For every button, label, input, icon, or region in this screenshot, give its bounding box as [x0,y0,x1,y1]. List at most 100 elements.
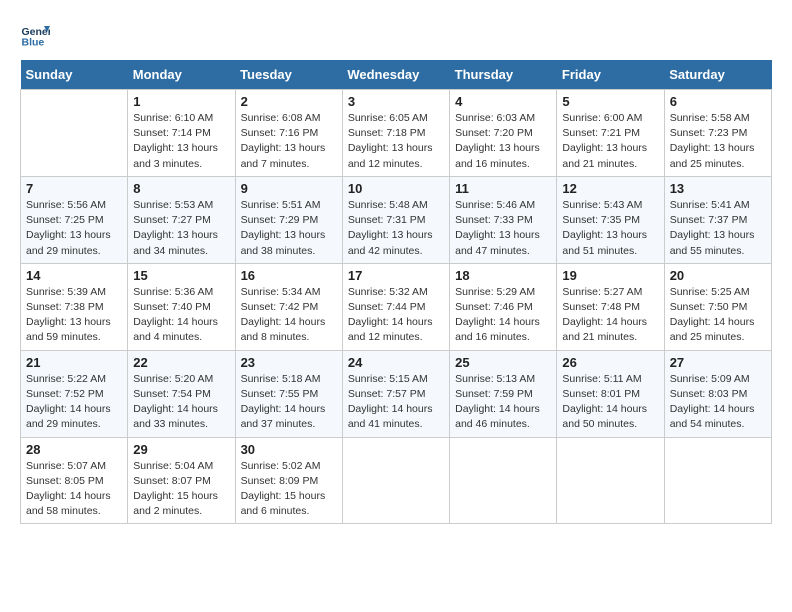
day-number: 22 [133,355,229,370]
calendar-day-cell: 23Sunrise: 5:18 AM Sunset: 7:55 PM Dayli… [235,350,342,437]
day-number: 9 [241,181,337,196]
page-header: General Blue [20,20,772,50]
day-info: Sunrise: 5:48 AM Sunset: 7:31 PM Dayligh… [348,198,444,259]
weekday-header-cell: Wednesday [342,60,449,90]
day-number: 16 [241,268,337,283]
day-info: Sunrise: 5:43 AM Sunset: 7:35 PM Dayligh… [562,198,658,259]
weekday-header-cell: Tuesday [235,60,342,90]
calendar-day-cell: 17 Sunrise: 5:32 AM Sunset: 7:44 PM Dayli… [342,263,449,350]
weekday-header-cell: Sunday [21,60,128,90]
day-number: 11 [455,181,551,196]
calendar-day-cell: 29 Sunrise: 5:04 AM Sunset: 8:07 PM Dayli… [128,437,235,524]
day-info: Sunrise: 5:02 AM Sunset: 8:09 PM Dayligh… [241,459,337,520]
day-info: Sunrise: 5:11 AM Sunset: 8:01 PM Dayligh… [562,372,658,433]
day-info: Sunrise: 5:15 AM Sunset: 7:57 PM Dayligh… [348,372,444,433]
calendar-day-cell [342,437,449,524]
weekday-header-cell: Monday [128,60,235,90]
logo: General Blue [20,20,44,50]
calendar-day-cell: 19 Sunrise: 5:27 AM Sunset: 7:48 PM Dayli… [557,263,664,350]
calendar-day-cell: 13 Sunrise: 5:41 AM Sunset: 7:37 PM Dayli… [664,176,771,263]
day-number: 2 [241,94,337,109]
day-number: 12 [562,181,658,196]
day-info: Sunrise: 5:20 AM Sunset: 7:54 PM Dayligh… [133,372,229,433]
calendar-day-cell: 22 Sunrise: 5:20 AM Sunset: 7:54 PM Dayli… [128,350,235,437]
calendar-day-cell: 3 Sunrise: 6:05 AM Sunset: 7:18 PM Daylig… [342,90,449,177]
day-info: Sunrise: 5:13 AM Sunset: 7:59 PM Dayligh… [455,372,551,433]
day-info: Sunrise: 5:39 AM Sunset: 7:38 PM Dayligh… [26,285,122,346]
calendar-day-cell: 5Sunrise: 6:00 AM Sunset: 7:21 PM Daylig… [557,90,664,177]
weekday-header-cell: Thursday [450,60,557,90]
day-number: 13 [670,181,766,196]
calendar-day-cell: 1 Sunrise: 6:10 AM Sunset: 7:14 PM Daylig… [128,90,235,177]
weekday-header-cell: Friday [557,60,664,90]
calendar-day-cell [664,437,771,524]
day-info: Sunrise: 5:27 AM Sunset: 7:48 PM Dayligh… [562,285,658,346]
day-number: 24 [348,355,444,370]
calendar-day-cell: 24 Sunrise: 5:15 AM Sunset: 7:57 PM Dayli… [342,350,449,437]
calendar-day-cell: 26 Sunrise: 5:11 AM Sunset: 8:01 PM Dayli… [557,350,664,437]
weekday-header-cell: Saturday [664,60,771,90]
day-number: 19 [562,268,658,283]
calendar-week-row: 14 Sunrise: 5:39 AM Sunset: 7:38 PM Dayli… [21,263,772,350]
day-info: Sunrise: 5:07 AM Sunset: 8:05 PM Dayligh… [26,459,122,520]
day-number: 17 [348,268,444,283]
day-number: 21 [26,355,122,370]
calendar-day-cell: 6Sunrise: 5:58 AM Sunset: 7:23 PM Daylig… [664,90,771,177]
day-number: 30 [241,442,337,457]
calendar-day-cell: 8 Sunrise: 5:53 AM Sunset: 7:27 PM Daylig… [128,176,235,263]
day-info: Sunrise: 5:36 AM Sunset: 7:40 PM Dayligh… [133,285,229,346]
day-info: Sunrise: 5:51 AM Sunset: 7:29 PM Dayligh… [241,198,337,259]
calendar-day-cell: 15Sunrise: 5:36 AM Sunset: 7:40 PM Dayli… [128,263,235,350]
calendar-day-cell: 18 Sunrise: 5:29 AM Sunset: 7:46 PM Dayli… [450,263,557,350]
day-number: 7 [26,181,122,196]
day-number: 4 [455,94,551,109]
day-info: Sunrise: 5:04 AM Sunset: 8:07 PM Dayligh… [133,459,229,520]
day-info: Sunrise: 5:29 AM Sunset: 7:46 PM Dayligh… [455,285,551,346]
day-info: Sunrise: 5:56 AM Sunset: 7:25 PM Dayligh… [26,198,122,259]
calendar-week-row: 28 Sunrise: 5:07 AM Sunset: 8:05 PM Dayli… [21,437,772,524]
weekday-header-row: SundayMondayTuesdayWednesdayThursdayFrid… [21,60,772,90]
day-info: Sunrise: 5:32 AM Sunset: 7:44 PM Dayligh… [348,285,444,346]
svg-text:Blue: Blue [22,37,45,49]
calendar-week-row: 21 Sunrise: 5:22 AM Sunset: 7:52 PM Dayli… [21,350,772,437]
calendar-day-cell: 27Sunrise: 5:09 AM Sunset: 8:03 PM Dayli… [664,350,771,437]
calendar-day-cell: 14 Sunrise: 5:39 AM Sunset: 7:38 PM Dayli… [21,263,128,350]
day-info: Sunrise: 5:09 AM Sunset: 8:03 PM Dayligh… [670,372,766,433]
day-number: 10 [348,181,444,196]
day-info: Sunrise: 5:41 AM Sunset: 7:37 PM Dayligh… [670,198,766,259]
day-info: Sunrise: 6:03 AM Sunset: 7:20 PM Dayligh… [455,111,551,172]
calendar-day-cell: 2Sunrise: 6:08 AM Sunset: 7:16 PM Daylig… [235,90,342,177]
calendar-table: SundayMondayTuesdayWednesdayThursdayFrid… [20,60,772,524]
calendar-week-row: 1 Sunrise: 6:10 AM Sunset: 7:14 PM Daylig… [21,90,772,177]
calendar-day-cell: 30 Sunrise: 5:02 AM Sunset: 8:09 PM Dayli… [235,437,342,524]
day-number: 3 [348,94,444,109]
day-number: 1 [133,94,229,109]
calendar-day-cell: 4 Sunrise: 6:03 AM Sunset: 7:20 PM Daylig… [450,90,557,177]
calendar-day-cell: 11 Sunrise: 5:46 AM Sunset: 7:33 PM Dayli… [450,176,557,263]
day-info: Sunrise: 5:46 AM Sunset: 7:33 PM Dayligh… [455,198,551,259]
day-number: 23 [241,355,337,370]
day-info: Sunrise: 5:25 AM Sunset: 7:50 PM Dayligh… [670,285,766,346]
calendar-day-cell: 21 Sunrise: 5:22 AM Sunset: 7:52 PM Dayli… [21,350,128,437]
calendar-day-cell [21,90,128,177]
day-info: Sunrise: 6:00 AM Sunset: 7:21 PM Dayligh… [562,111,658,172]
day-number: 14 [26,268,122,283]
day-number: 26 [562,355,658,370]
calendar-day-cell: 9 Sunrise: 5:51 AM Sunset: 7:29 PM Daylig… [235,176,342,263]
day-number: 8 [133,181,229,196]
day-info: Sunrise: 6:10 AM Sunset: 7:14 PM Dayligh… [133,111,229,172]
calendar-day-cell: 25Sunrise: 5:13 AM Sunset: 7:59 PM Dayli… [450,350,557,437]
day-number: 20 [670,268,766,283]
day-info: Sunrise: 5:22 AM Sunset: 7:52 PM Dayligh… [26,372,122,433]
day-number: 6 [670,94,766,109]
calendar-day-cell: 20 Sunrise: 5:25 AM Sunset: 7:50 PM Dayli… [664,263,771,350]
day-number: 28 [26,442,122,457]
day-info: Sunrise: 5:34 AM Sunset: 7:42 PM Dayligh… [241,285,337,346]
day-number: 29 [133,442,229,457]
calendar-day-cell: 28 Sunrise: 5:07 AM Sunset: 8:05 PM Dayli… [21,437,128,524]
day-info: Sunrise: 6:05 AM Sunset: 7:18 PM Dayligh… [348,111,444,172]
logo-icon: General Blue [20,20,50,50]
day-number: 18 [455,268,551,283]
calendar-day-cell: 12 Sunrise: 5:43 AM Sunset: 7:35 PM Dayli… [557,176,664,263]
day-info: Sunrise: 5:53 AM Sunset: 7:27 PM Dayligh… [133,198,229,259]
